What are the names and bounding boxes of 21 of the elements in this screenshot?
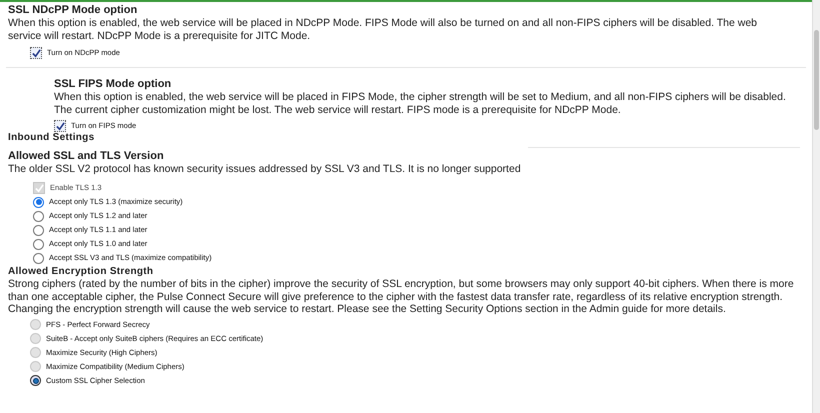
radio-button[interactable] (33, 210, 44, 222)
section-description: When this option is enabled, the web service will be placed in NDcPP Mode. FIPS Mode will also be turned on and all non-FIPS ciphers will be disabled. The web service will restart. NDcPP Mode is a prerequisite for JITC Mode. (8, 17, 758, 42)
check-icon (32, 48, 40, 58)
radio-button[interactable] (33, 252, 44, 264)
group-title: Inbound Settings (7, 133, 96, 143)
checkbox[interactable] (54, 120, 66, 132)
radio-button[interactable] (30, 375, 41, 386)
check-icon (34, 184, 44, 192)
radio-button[interactable] (33, 238, 44, 250)
section-title: SSL NDcPP Mode option (8, 3, 138, 17)
checkbox[interactable] (30, 47, 42, 59)
scrollbar[interactable] (812, 0, 820, 413)
section-title: Allowed SSL and TLS Version (8, 150, 165, 163)
section-title: SSL FIPS Mode option (54, 78, 172, 91)
section-description: The older SSL V2 protocol has known security issues addressed by SSL V3 and TLS. It is no longer supported (8, 163, 522, 175)
section-description: Strong ciphers (rated by the number of bits in the cipher) improve the security of SSL encryption, but some browsers may only support 40-bit ciphers. When there is more than one acceptable cipher, the Pulse Connect Secure will give preference to the cipher with the fastest data transfer rate, regardless of its relative encryption strength. Changing the encryption strength will cause the web service to restart. Please see the Setting Security Options section in the Admin guide for more details. (8, 278, 795, 316)
check-icon (56, 122, 64, 130)
radio-button[interactable] (33, 224, 44, 236)
section-description: When this option is enabled, the web service will be placed in FIPS Mode, the cipher strength will be set to Medium, and all non-FIPS ciphers will be disabled. The current cipher customization might be lost. The web service will restart. FIPS mode is a prerequisite for NDcPP Mode. (54, 91, 787, 116)
section-title: Allowed Encryption Strength (8, 266, 154, 278)
radio-button[interactable] (33, 196, 44, 208)
